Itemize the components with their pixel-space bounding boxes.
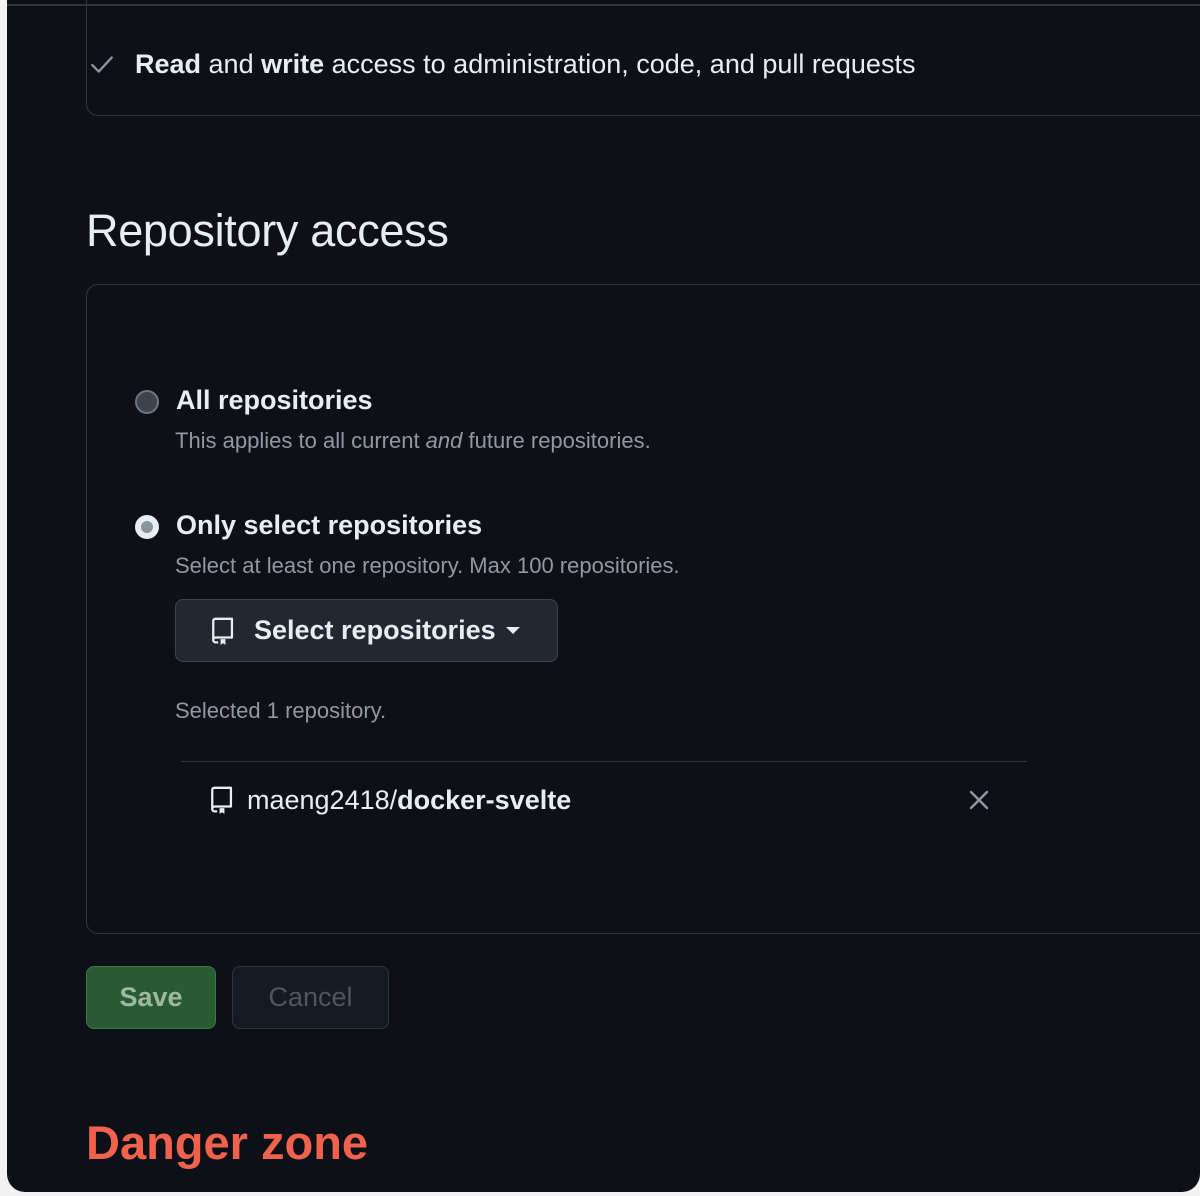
app-window: Read and write access to administration,…	[7, 0, 1200, 1192]
x-icon[interactable]	[967, 788, 991, 812]
selected-repo-item: maeng2418/docker-svelte	[209, 780, 571, 820]
caret-down-icon	[505, 627, 520, 634]
only-select-repositories-description: Select at least one repository. Max 100 …	[175, 553, 680, 578]
repo-name: docker-svelte	[397, 784, 572, 815]
all-repositories-label[interactable]: All repositories	[176, 385, 373, 416]
all-desc-em: and	[425, 428, 463, 453]
danger-zone-title: Danger zone	[86, 1116, 369, 1169]
all-desc-before: This applies to all current	[175, 428, 426, 453]
repo-icon	[212, 617, 234, 645]
repo-owner: maeng2418/	[247, 784, 398, 815]
permission-rest: access to administration, code, and pull…	[324, 48, 916, 79]
check-icon	[91, 56, 113, 73]
all-repositories-radio[interactable]	[135, 390, 159, 414]
select-repositories-button[interactable]: Select repositories	[175, 599, 558, 662]
only-select-repositories-label[interactable]: Only select repositories	[176, 510, 482, 541]
repo-icon	[211, 786, 233, 814]
selected-list-divider	[181, 761, 1027, 762]
select-repositories-label: Select repositories	[254, 615, 496, 645]
permission-row: Read and write access to administration,…	[89, 44, 915, 84]
permission-write: write	[261, 48, 325, 79]
all-repositories-description: This applies to all current and future r…	[175, 428, 651, 454]
only-select-repositories-radio[interactable]	[135, 515, 159, 539]
cancel-button[interactable]: Cancel	[232, 966, 389, 1029]
all-desc-after: future repositories.	[462, 428, 651, 453]
repository-access-title: Repository access	[86, 205, 449, 256]
save-button[interactable]: Save	[86, 966, 216, 1029]
permission-read: Read	[135, 48, 202, 79]
selected-count-text: Selected 1 repository.	[175, 698, 387, 723]
permission-and: and	[201, 48, 262, 79]
